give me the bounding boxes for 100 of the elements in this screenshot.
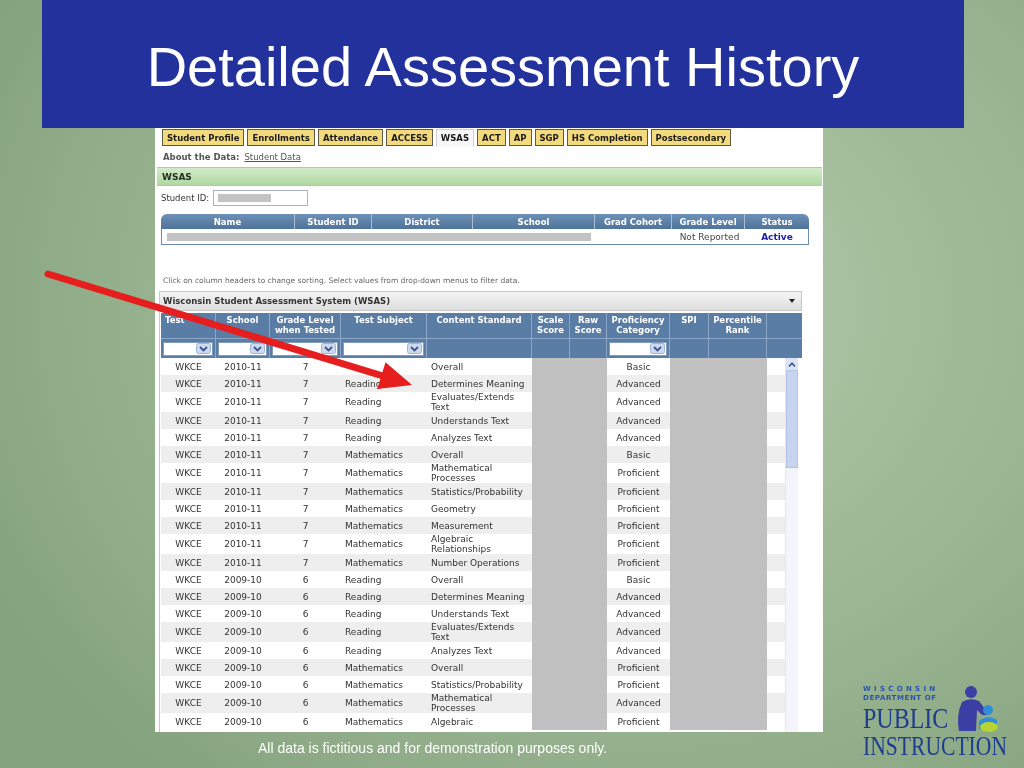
scroll-up-button[interactable] xyxy=(786,358,798,370)
table-cell-text: Analyzes Text xyxy=(430,431,494,445)
table-cell-text: WKCE xyxy=(174,485,203,499)
tab[interactable]: Postsecondary xyxy=(650,129,732,146)
table-cell-text: Proficient xyxy=(616,519,661,533)
table-cell-text: Proficient xyxy=(616,715,661,729)
table-cell-text: 2010-11 xyxy=(223,485,263,499)
table-cell-text: Proficient xyxy=(616,485,661,499)
table-cell-text: WKCE xyxy=(174,715,203,729)
table-cell-text: WKCE xyxy=(174,519,203,533)
table-cell-text: Determines Meaning xyxy=(430,377,526,391)
table-cell-text: Mathematics xyxy=(344,661,404,675)
table-cell-text: Basic xyxy=(625,448,652,462)
table-cell-text: WKCE xyxy=(174,644,203,658)
about-label: About the Data: xyxy=(163,152,240,162)
table-cell-text: Active xyxy=(760,231,794,242)
column-header: Status xyxy=(760,215,794,229)
filter-select[interactable] xyxy=(218,341,267,356)
tab[interactable]: Student Profile xyxy=(162,129,245,146)
table-cell-text: WKCE xyxy=(174,360,203,374)
tab[interactable]: HS Completion xyxy=(566,129,648,146)
scrollbar-track[interactable] xyxy=(785,358,798,732)
table-cell-text: Advanced xyxy=(615,396,662,409)
table-cell-text: 6 xyxy=(301,590,310,604)
table-cell-text: 2010-11 xyxy=(223,538,263,551)
table-cell-text: Understands Text xyxy=(430,607,511,621)
table-cell-text: 2010-11 xyxy=(223,396,263,409)
table-cell-text: Algebraic Relationships xyxy=(430,534,492,554)
table-cell-text: 2009-10 xyxy=(223,607,263,621)
chevron-down-icon xyxy=(650,343,665,354)
table-cell-text: Mathematics xyxy=(344,502,404,516)
student-id-field[interactable] xyxy=(213,190,309,206)
table-cell-text: 2009-10 xyxy=(223,697,263,710)
scrollbar-thumb[interactable] xyxy=(786,370,798,468)
table-cell-text: 7 xyxy=(301,538,310,551)
tab[interactable]: AP xyxy=(508,129,532,146)
table-cell-text: WKCE xyxy=(174,414,203,428)
table-cell-text: Proficient xyxy=(616,661,661,675)
tab[interactable]: WSAS xyxy=(435,129,475,147)
table-cell-text: 2010-11 xyxy=(223,502,263,516)
chevron-down-icon xyxy=(250,343,265,354)
chevron-down-icon xyxy=(321,343,336,354)
table-cell-text: Reading xyxy=(344,396,383,409)
tab[interactable]: ACCESS xyxy=(386,129,433,146)
table-cell-text: 2009-10 xyxy=(223,715,263,729)
table-cell-text: 2009-10 xyxy=(223,644,263,658)
table-cell-text: 2010-11 xyxy=(223,377,263,391)
table-cell-text: 7 xyxy=(301,377,310,391)
table-cell-text: 6 xyxy=(301,607,310,621)
table-cell-text: 7 xyxy=(301,519,310,533)
table-cell-text: Reading xyxy=(344,644,383,658)
tab[interactable]: Enrollments xyxy=(247,129,315,146)
about-link[interactable]: Student Data xyxy=(244,152,301,162)
section-header: WSAS xyxy=(157,167,822,186)
disclaimer-text: All data is fictitious and for demonstration purposes only. xyxy=(258,740,608,756)
logo-text: INSTRUCTION xyxy=(863,733,1007,760)
caret-down-icon[interactable] xyxy=(789,299,795,303)
table-cell-text: Mathematics xyxy=(344,697,404,710)
table-cell-text: Basic xyxy=(625,573,652,587)
table-cell-text: 6 xyxy=(301,678,310,692)
table-cell-text: Analyzes Text xyxy=(430,644,494,658)
table-cell-text: Proficient xyxy=(616,678,661,692)
table-cell-text: 7 xyxy=(301,414,310,428)
table-cell-text: 2009-10 xyxy=(223,626,263,639)
table-cell-text: Reading xyxy=(344,414,383,428)
table-cell-text: Mathematical Processes xyxy=(430,693,494,713)
table-cell-text: Overall xyxy=(430,448,465,462)
table-cell-text: 6 xyxy=(301,573,310,587)
table-cell-text: 6 xyxy=(301,644,310,658)
table-cell-text: Mathematics xyxy=(344,556,404,570)
table-cell-text: 7 xyxy=(301,556,310,570)
table-cell-text: 2010-11 xyxy=(223,414,263,428)
tab[interactable]: Attendance xyxy=(317,129,384,146)
table-cell-text: 6 xyxy=(301,715,310,729)
table-cell-text: Reading xyxy=(344,590,383,604)
table-cell-text: WKCE xyxy=(174,538,203,551)
table-cell-text: 2009-10 xyxy=(223,678,263,692)
table-cell-text: Geometry xyxy=(430,502,477,516)
table-cell-text: WKCE xyxy=(174,467,203,480)
table-cell-text: 2009-10 xyxy=(223,661,263,675)
chevron-up-icon xyxy=(788,361,796,367)
table-cell-text: WKCE xyxy=(174,448,203,462)
table-cell-text: 7 xyxy=(301,360,310,374)
table-cell-text: Evaluates/Extends Text xyxy=(430,392,516,412)
tab[interactable]: SGP xyxy=(534,129,564,146)
table-cell-text: Evaluates/Extends Text xyxy=(430,622,516,642)
table-cell-text: WKCE xyxy=(174,556,203,570)
table-cell-text: 2010-11 xyxy=(223,431,263,445)
table-cell-text: WKCE xyxy=(174,661,203,675)
table-cell-text: Statistics/Probability xyxy=(430,485,524,499)
table-cell-text: WKCE xyxy=(174,431,203,445)
table-cell-text: Mathematics xyxy=(344,448,404,462)
tab[interactable]: ACT xyxy=(477,129,506,146)
table-cell-text: WKCE xyxy=(174,590,203,604)
filter-select[interactable] xyxy=(163,341,213,356)
table-cell-text: Mathematics xyxy=(344,678,404,692)
filter-select[interactable] xyxy=(609,341,667,356)
table-cell-text: 2009-10 xyxy=(223,573,263,587)
table-cell-text: Not Reported xyxy=(678,231,741,242)
filter-select[interactable] xyxy=(343,341,424,356)
